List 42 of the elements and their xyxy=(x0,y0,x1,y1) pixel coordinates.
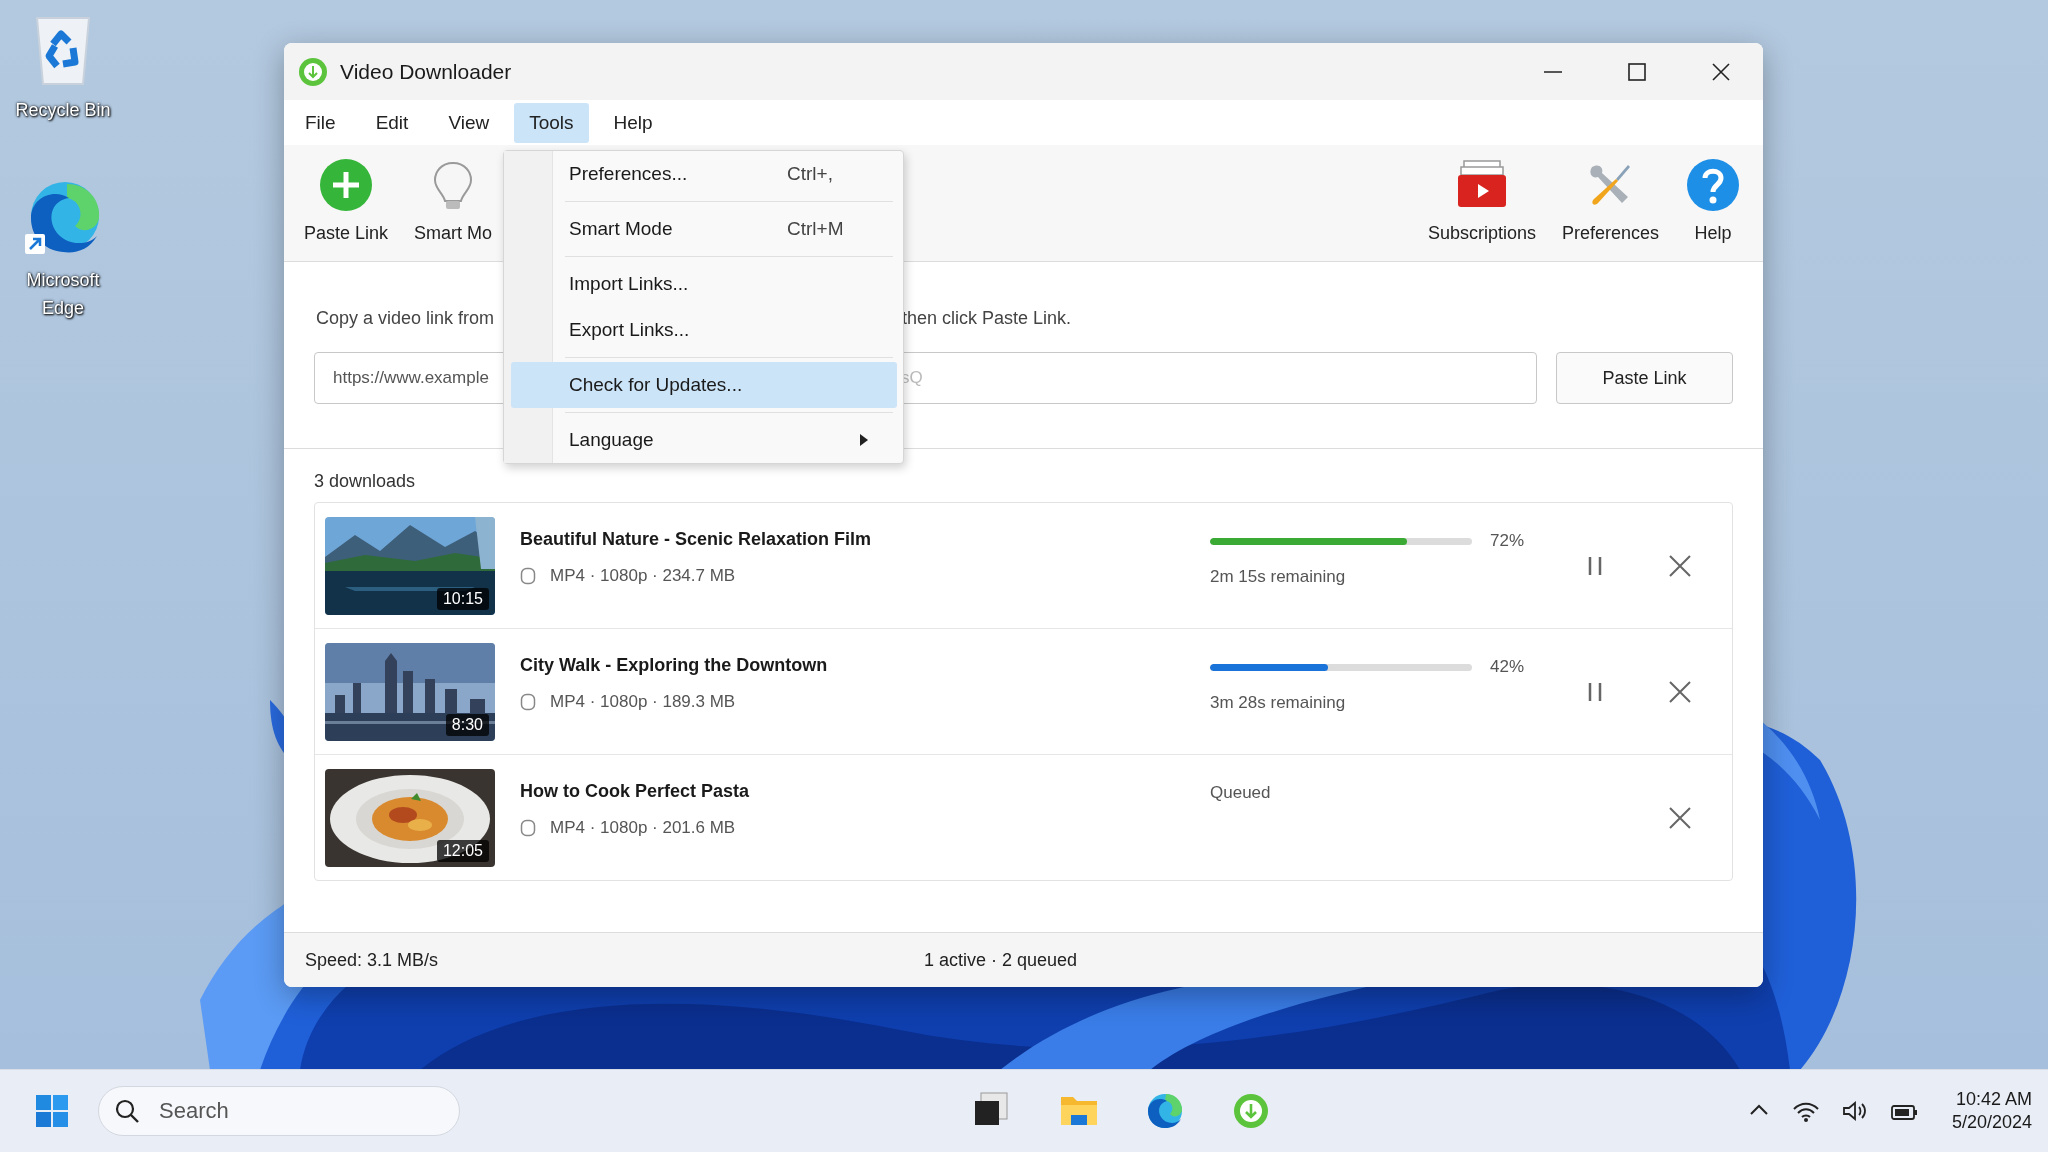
clock-time[interactable]: 10:42 AM xyxy=(1955,1089,2032,1110)
toolbar-button[interactable]: Subscriptions xyxy=(1419,145,1544,261)
search-icon xyxy=(114,1098,140,1124)
downloads-count: 3 downloads xyxy=(314,471,417,492)
window-title: Video Downloader xyxy=(340,59,513,84)
submenu-arrow-icon xyxy=(859,433,869,447)
instruction-text: Copy a video link from xyxy=(316,308,495,330)
video-title: Beautiful Nature - Scenic Relaxation Film xyxy=(520,529,873,550)
close-icon[interactable] xyxy=(1711,61,1731,82)
edge-icon[interactable] xyxy=(1145,1091,1185,1131)
shortcut-text: Ctrl+M xyxy=(787,218,845,240)
menu-item[interactable]: View xyxy=(433,102,505,143)
menu-option[interactable]: Language xyxy=(557,417,897,463)
wifi-icon[interactable] xyxy=(1791,1100,1820,1122)
toolbar-button[interactable]: Paste Link xyxy=(296,145,397,261)
menu-option[interactable]: Check for Updates... xyxy=(511,362,897,408)
toolbar-button[interactable]: Preferences xyxy=(1553,145,1667,261)
toolbar-button[interactable]: Help xyxy=(1677,145,1749,261)
search-field[interactable]: Search xyxy=(98,1086,460,1136)
video-title: City Walk - Exploring the Downtown xyxy=(520,655,829,676)
menu-option[interactable]: Smart Mode Ctrl+M xyxy=(557,206,897,252)
speaker-icon[interactable] xyxy=(1841,1100,1868,1122)
download-icon xyxy=(298,56,328,87)
progress-percent: 42% xyxy=(1490,657,1525,677)
time-remaining: 2m 15s remaining xyxy=(1210,567,1347,587)
help-icon xyxy=(1685,157,1741,213)
shortcut-text: Ctrl+, xyxy=(787,163,834,185)
menu-option[interactable]: Import Links... xyxy=(557,261,897,307)
maximize-icon[interactable] xyxy=(1627,61,1647,82)
menu-option[interactable]: Export Links... xyxy=(557,307,897,353)
toolbar-button[interactable]: Smart Mo xyxy=(406,145,501,261)
menu-item[interactable]: Tools xyxy=(514,102,589,143)
video-info: MP4 · 1080p · 234.7 MB xyxy=(550,566,736,586)
menu-item[interactable]: Edit xyxy=(360,102,424,143)
progress-percent: 72% xyxy=(1490,531,1525,551)
menu-item[interactable]: Help xyxy=(598,102,668,143)
plus-icon xyxy=(318,157,375,213)
paste-link-button[interactable]: Paste Link xyxy=(1556,352,1733,404)
menu-option[interactable]: Preferences... Ctrl+, xyxy=(557,151,897,197)
clock-date[interactable]: 5/20/2024 xyxy=(1951,1112,2032,1133)
menu-item[interactable]: File xyxy=(290,102,351,143)
rounded-square-icon xyxy=(520,567,536,585)
